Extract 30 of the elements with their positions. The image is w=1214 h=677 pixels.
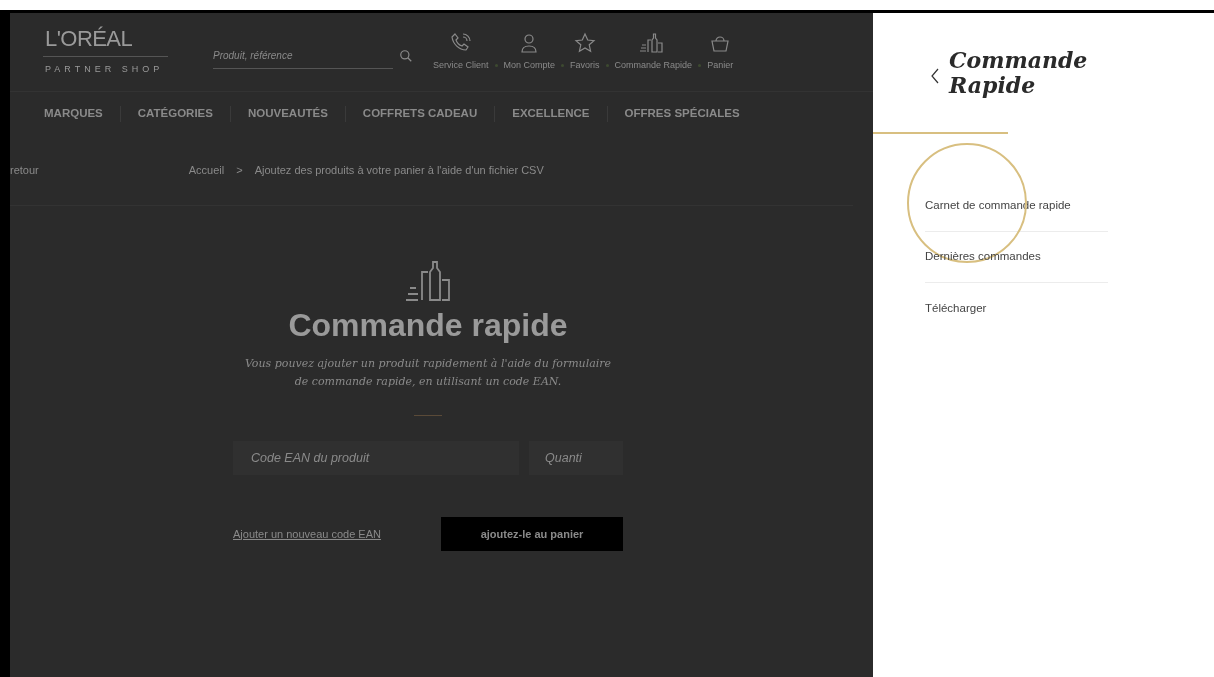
page-title: Commande rapide bbox=[288, 306, 568, 345]
breadcrumb-link[interactable]: Accueil bbox=[188, 162, 225, 179]
quantity-field[interactable]: Quanti bbox=[529, 441, 623, 475]
search-field[interactable]: Produit, référence bbox=[213, 43, 393, 69]
shortcut-link[interactable]: Mon Compte bbox=[501, 31, 558, 73]
add-ean-link[interactable]: Ajouter un nouveau code EAN bbox=[233, 525, 381, 543]
nav-link[interactable]: COFFRETS CADEAU bbox=[362, 105, 478, 123]
shortcut-link[interactable]: Panier bbox=[705, 31, 736, 73]
shortcut-link[interactable]: Service Client bbox=[431, 31, 491, 73]
shortcut-link[interactable]: Favoris bbox=[568, 31, 602, 73]
nav-link[interactable]: MARQUES bbox=[44, 105, 103, 123]
search-icon[interactable] bbox=[399, 49, 413, 63]
brand-logo[interactable]: L'ORÉAL bbox=[43, 27, 168, 57]
back-chevron-icon[interactable] bbox=[930, 68, 940, 84]
shortcut-link[interactable]: Commande Rapide bbox=[612, 31, 695, 73]
products-icon bbox=[405, 261, 451, 301]
breadcrumb-separator: > bbox=[236, 163, 243, 179]
nav-link[interactable]: CATÉGORIES bbox=[137, 105, 213, 123]
logo-subtitle: PARTNER SHOP bbox=[44, 62, 165, 76]
nav-link[interactable]: NOUVEAUTÉS bbox=[247, 105, 328, 123]
add-to-cart-button[interactable]: ajoutez-le au panier bbox=[441, 517, 623, 551]
panel-title: Rapide bbox=[949, 73, 1037, 98]
panel-menu-item[interactable]: Télécharger bbox=[925, 299, 987, 318]
nav-link[interactable]: OFFRES SPÉCIALES bbox=[624, 105, 740, 123]
back-link[interactable]: retour bbox=[10, 162, 39, 179]
ean-code-field[interactable]: Code EAN du produit bbox=[233, 441, 519, 475]
panel-title: Commande bbox=[949, 48, 1088, 73]
breadcrumb-link[interactable]: Ajoutez des produits à votre panier à l'aide d'un fichier CSV bbox=[254, 162, 544, 179]
page-subtitle: Vous pouvez ajouter un produit rapidement à l'aide du formulaire de commande rapide, en utilisant un code EAN. bbox=[243, 356, 613, 390]
nav-link[interactable]: EXCELLENCE bbox=[512, 105, 590, 123]
